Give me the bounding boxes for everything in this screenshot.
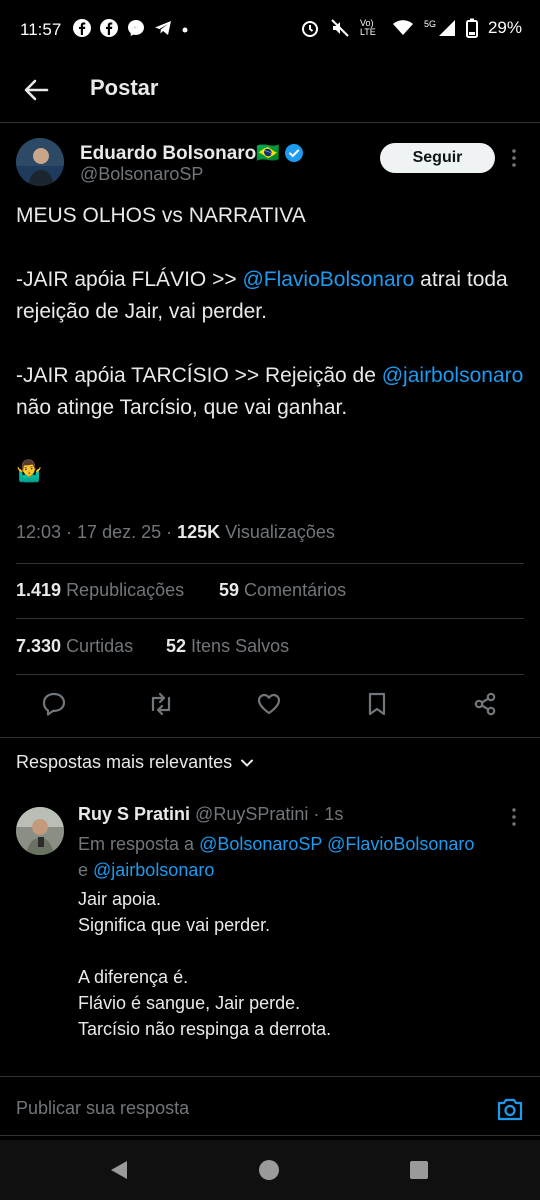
page-title: Postar bbox=[90, 75, 159, 100]
reposts-count: 1.419 bbox=[16, 580, 62, 600]
camera-icon[interactable] bbox=[496, 1096, 524, 1122]
replies-sort-label[interactable]: Respostas mais relevantes bbox=[16, 752, 232, 773]
comments-label: Comentários bbox=[244, 580, 347, 600]
tweet-line-1: MEUS OLHOS vs NARRATIVA bbox=[16, 204, 306, 227]
likes-stat[interactable]: 7.330 Curtidas bbox=[16, 636, 133, 657]
author-avatar[interactable] bbox=[16, 138, 64, 186]
mute-icon bbox=[331, 19, 349, 37]
avatar-photo bbox=[16, 138, 64, 186]
lte-label: Vo) LTE bbox=[359, 18, 376, 37]
reply-more-options-icon[interactable] bbox=[507, 806, 521, 828]
reposts-stat[interactable]: 1.419 Republicações bbox=[16, 580, 184, 601]
reply-icon[interactable] bbox=[40, 690, 68, 718]
reply-avatar-photo bbox=[16, 807, 64, 855]
dot-icon bbox=[182, 27, 188, 33]
like-icon[interactable] bbox=[255, 690, 283, 718]
in-reply-mentions[interactable]: @BolsonaroSP @FlavioBolsonaro bbox=[199, 834, 474, 854]
mention-jair[interactable]: @jairbolsonaro bbox=[382, 364, 524, 387]
nav-back-icon[interactable] bbox=[108, 1159, 130, 1181]
messenger-icon bbox=[128, 20, 144, 36]
notification-icons bbox=[72, 18, 190, 38]
reply-header: Ruy S Pratini @RuySPratini · 1s bbox=[78, 804, 343, 825]
reply-author-name[interactable]: Ruy S Pratini bbox=[78, 804, 190, 824]
facebook-icon bbox=[73, 19, 91, 37]
share-icon[interactable] bbox=[471, 690, 499, 718]
wifi-icon bbox=[392, 20, 413, 35]
tweet-text: MEUS OLHOS vs NARRATIVA -JAIR apóia FLÁV… bbox=[16, 200, 528, 488]
tweet-time: 12:03 · 17 dez. 25 · bbox=[16, 522, 178, 542]
system-icons: Vo) LTE 5G 29% bbox=[300, 18, 522, 38]
author-name-row[interactable]: Eduardo Bolsonaro🇧🇷 bbox=[80, 141, 304, 165]
saves-label: Itens Salvos bbox=[191, 636, 290, 656]
telegram-icon bbox=[155, 21, 171, 35]
more-options-icon[interactable] bbox=[507, 146, 521, 170]
reply-handle-time[interactable]: @RuySPratini · 1s bbox=[195, 804, 343, 824]
facebook-icon bbox=[100, 19, 118, 37]
tweet-meta: 12:03 · 17 dez. 25 · 125K Visualizações bbox=[16, 522, 335, 543]
views-label: Visualizações bbox=[220, 522, 335, 542]
tweet-line-3a: -JAIR apóia TARCÍSIO >> Rejeição de bbox=[16, 364, 382, 387]
divider bbox=[16, 618, 524, 619]
nav-recents-icon[interactable] bbox=[409, 1160, 429, 1180]
top-bar: Postar bbox=[0, 62, 540, 123]
battery-icon bbox=[465, 18, 478, 38]
in-reply-to: Em resposta a @BolsonaroSP @FlavioBolson… bbox=[78, 831, 528, 883]
follow-button[interactable]: Seguir bbox=[380, 143, 495, 173]
tweet-line-2a: -JAIR apóia FLÁVIO >> bbox=[16, 268, 243, 291]
author-handle[interactable]: @BolsonaroSP bbox=[80, 164, 203, 185]
divider bbox=[0, 737, 540, 738]
in-reply-last-mention[interactable]: @jairbolsonaro bbox=[93, 860, 214, 880]
views-count: 125K bbox=[177, 522, 221, 542]
status-bar: 11:57 Vo) LTE 5G 29% bbox=[0, 0, 540, 62]
alarm-icon bbox=[301, 21, 318, 37]
nav-home-icon[interactable] bbox=[258, 1159, 280, 1181]
reply-avatar[interactable] bbox=[16, 807, 64, 855]
likes-label: Curtidas bbox=[66, 636, 134, 656]
in-reply-and: e bbox=[78, 860, 94, 880]
reposts-label: Republicações bbox=[66, 580, 185, 600]
reply-composer-input[interactable]: Publicar sua resposta bbox=[16, 1098, 189, 1119]
tweet-emoji: 🤷‍♂️ bbox=[16, 460, 43, 483]
chevron-down-icon bbox=[241, 759, 254, 767]
mention-flavio[interactable]: @FlavioBolsonaro bbox=[242, 268, 414, 291]
divider bbox=[0, 1076, 540, 1077]
reply-text: Jair apoia. Significa que vai perder. A … bbox=[78, 889, 332, 1039]
divider bbox=[16, 563, 524, 564]
likes-count: 7.330 bbox=[16, 636, 62, 656]
author-name[interactable]: Eduardo Bolsonaro🇧🇷 bbox=[80, 141, 280, 165]
comments-count: 59 bbox=[219, 580, 240, 600]
saves-count: 52 bbox=[166, 636, 187, 656]
replies-sort[interactable]: Respostas mais relevantes bbox=[16, 752, 254, 773]
repost-icon[interactable] bbox=[147, 690, 175, 718]
divider bbox=[16, 674, 524, 675]
system-nav-bar bbox=[0, 1140, 540, 1200]
status-time: 11:57 bbox=[20, 20, 62, 39]
in-reply-prefix: Em resposta a bbox=[78, 834, 200, 854]
divider bbox=[0, 1135, 540, 1136]
saves-stat[interactable]: 52 Itens Salvos bbox=[166, 636, 289, 657]
back-arrow-icon[interactable] bbox=[22, 76, 50, 104]
signal-icon bbox=[438, 20, 455, 36]
battery-percent: 29% bbox=[487, 18, 522, 37]
verified-badge-icon bbox=[284, 144, 303, 162]
comments-stat[interactable]: 59 Comentários bbox=[219, 580, 346, 601]
bookmark-icon[interactable] bbox=[363, 690, 391, 718]
network-label: 5G bbox=[423, 19, 436, 29]
